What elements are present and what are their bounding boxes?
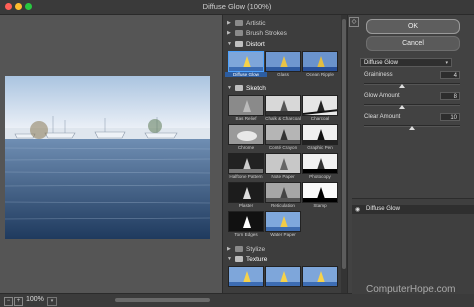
filter-thumbnail: [228, 95, 264, 116]
filter-thumbnail: [302, 95, 338, 116]
filter-select-value: Diffuse Glow: [364, 60, 398, 66]
window-title: Diffuse Glow (100%): [202, 2, 272, 11]
chevron-down-icon: ▾: [445, 60, 448, 66]
filter-thumbnail: [265, 95, 301, 116]
filter-chrome[interactable]: Chrome: [228, 124, 264, 152]
watermark: ComputerHope.com: [366, 284, 456, 295]
filter-thumbnail: [302, 51, 338, 72]
filter-photocopy[interactable]: Photocopy: [302, 153, 338, 181]
category-sketch[interactable]: ▼ Sketch: [227, 83, 266, 93]
graininess-label: Graininess: [364, 72, 393, 78]
effect-layers-panel: ◉ Diffuse Glow: [352, 198, 474, 294]
glow-amount-input[interactable]: 8: [440, 92, 460, 100]
folder-icon: [235, 30, 243, 36]
filter-stamp[interactable]: Stamp: [302, 182, 338, 210]
filter-halftone-pattern[interactable]: Halftone Pattern: [228, 153, 264, 181]
effect-layer-name: Diffuse Glow: [366, 206, 400, 212]
zoom-level: 100%: [26, 296, 44, 303]
filter-thumbnail: [265, 211, 301, 232]
filter-thumbnail: [228, 266, 264, 287]
clear-amount-label: Clear Amount: [364, 114, 401, 120]
chevron-down-icon: ▼: [227, 85, 232, 91]
filter-gallery: ▶ Artistic ▶ Brush Strokes ▼ Distort Diffus…: [222, 15, 341, 293]
filter-conte-crayon[interactable]: Conté Crayon: [265, 124, 301, 152]
clear-amount-input[interactable]: 10: [440, 113, 460, 121]
zoom-in-button[interactable]: +: [14, 297, 23, 306]
category-texture[interactable]: ▼ Texture: [227, 254, 267, 264]
chevron-down-icon: ▼: [227, 41, 232, 47]
zoom-menu-button[interactable]: ▾: [47, 297, 57, 306]
category-brush-strokes[interactable]: ▶ Brush Strokes: [227, 28, 287, 38]
filter-bas-relief[interactable]: Bas Relief: [228, 95, 264, 123]
filter-thumbnail: [302, 153, 338, 174]
status-bar: − + 100% ▾: [0, 293, 474, 307]
filter-thumbnail: [302, 124, 338, 145]
category-stylize[interactable]: ▶ Stylize: [227, 244, 265, 254]
graininess-slider[interactable]: [364, 83, 460, 85]
filter-thumbnail: [265, 153, 301, 174]
chevron-right-icon: ▶: [227, 30, 231, 36]
effect-layer-row[interactable]: ◉ Diffuse Glow: [352, 205, 474, 214]
filter-thumbnail: [228, 182, 264, 203]
filter-charcoal[interactable]: Charcoal: [302, 95, 338, 123]
filter-ocean-ripple[interactable]: Ocean Ripple: [302, 51, 338, 79]
folder-open-icon: [235, 41, 243, 47]
folder-icon: [235, 246, 243, 252]
category-distort[interactable]: ▼ Distort: [227, 39, 265, 49]
filter-thumbnail: [302, 182, 338, 203]
title-bar: Diffuse Glow (100%): [0, 0, 474, 15]
filter-thumbnail: [228, 153, 264, 174]
zoom-out-button[interactable]: −: [4, 297, 13, 306]
texture-thumbnail[interactable]: [265, 266, 301, 293]
filter-reticulation[interactable]: Reticulation: [265, 182, 301, 210]
filter-chalk-charcoal[interactable]: Chalk & Charcoal: [265, 95, 301, 123]
folder-open-icon: [235, 85, 243, 91]
filter-select[interactable]: Diffuse Glow ▾: [360, 58, 452, 67]
category-artistic[interactable]: ▶ Artistic: [227, 18, 266, 28]
texture-thumbnail[interactable]: [228, 266, 264, 293]
filter-thumbnail: [302, 266, 338, 287]
filter-water-paper[interactable]: Water Paper: [265, 211, 301, 239]
filter-thumbnail: [228, 51, 264, 72]
filter-thumbnail: [228, 124, 264, 145]
texture-thumbnail[interactable]: [302, 266, 338, 293]
eye-icon[interactable]: ◉: [355, 206, 360, 213]
scrollbar-thumb[interactable]: [342, 19, 346, 269]
filter-thumbnail: [228, 211, 264, 232]
filter-diffuse-glow[interactable]: Diffuse Glow: [225, 51, 267, 79]
folder-open-icon: [235, 256, 243, 262]
glow-amount-label: Glow Amount: [364, 93, 400, 99]
folder-icon: [235, 20, 243, 26]
chevron-right-icon: ▶: [227, 20, 231, 26]
cancel-button[interactable]: Cancel: [366, 36, 460, 51]
filter-plaster[interactable]: Plaster: [228, 182, 264, 210]
filter-glass[interactable]: Glass: [265, 51, 301, 79]
filter-note-paper[interactable]: Note Paper: [265, 153, 301, 181]
chevron-right-icon: ▶: [227, 246, 231, 252]
preview-image[interactable]: [5, 76, 210, 239]
filter-graphic-pen[interactable]: Graphic Pen: [302, 124, 338, 152]
filter-thumbnail: [265, 51, 301, 72]
filter-thumbnail: [265, 266, 301, 287]
glow-amount-slider[interactable]: [364, 104, 460, 106]
collapse-gallery-button[interactable]: ◇: [349, 17, 359, 27]
chevron-down-icon: ▼: [227, 256, 232, 262]
graininess-input[interactable]: 4: [440, 71, 460, 79]
filter-thumbnail: [265, 182, 301, 203]
filter-torn-edges[interactable]: Torn Edges: [228, 211, 264, 239]
horizontal-scrollbar[interactable]: [115, 298, 210, 302]
filter-thumbnail: [265, 124, 301, 145]
ok-button[interactable]: OK: [366, 19, 460, 34]
clear-amount-slider-handle[interactable]: [409, 126, 415, 130]
glow-amount-slider-handle[interactable]: [399, 105, 405, 109]
graininess-slider-handle[interactable]: [399, 84, 405, 88]
